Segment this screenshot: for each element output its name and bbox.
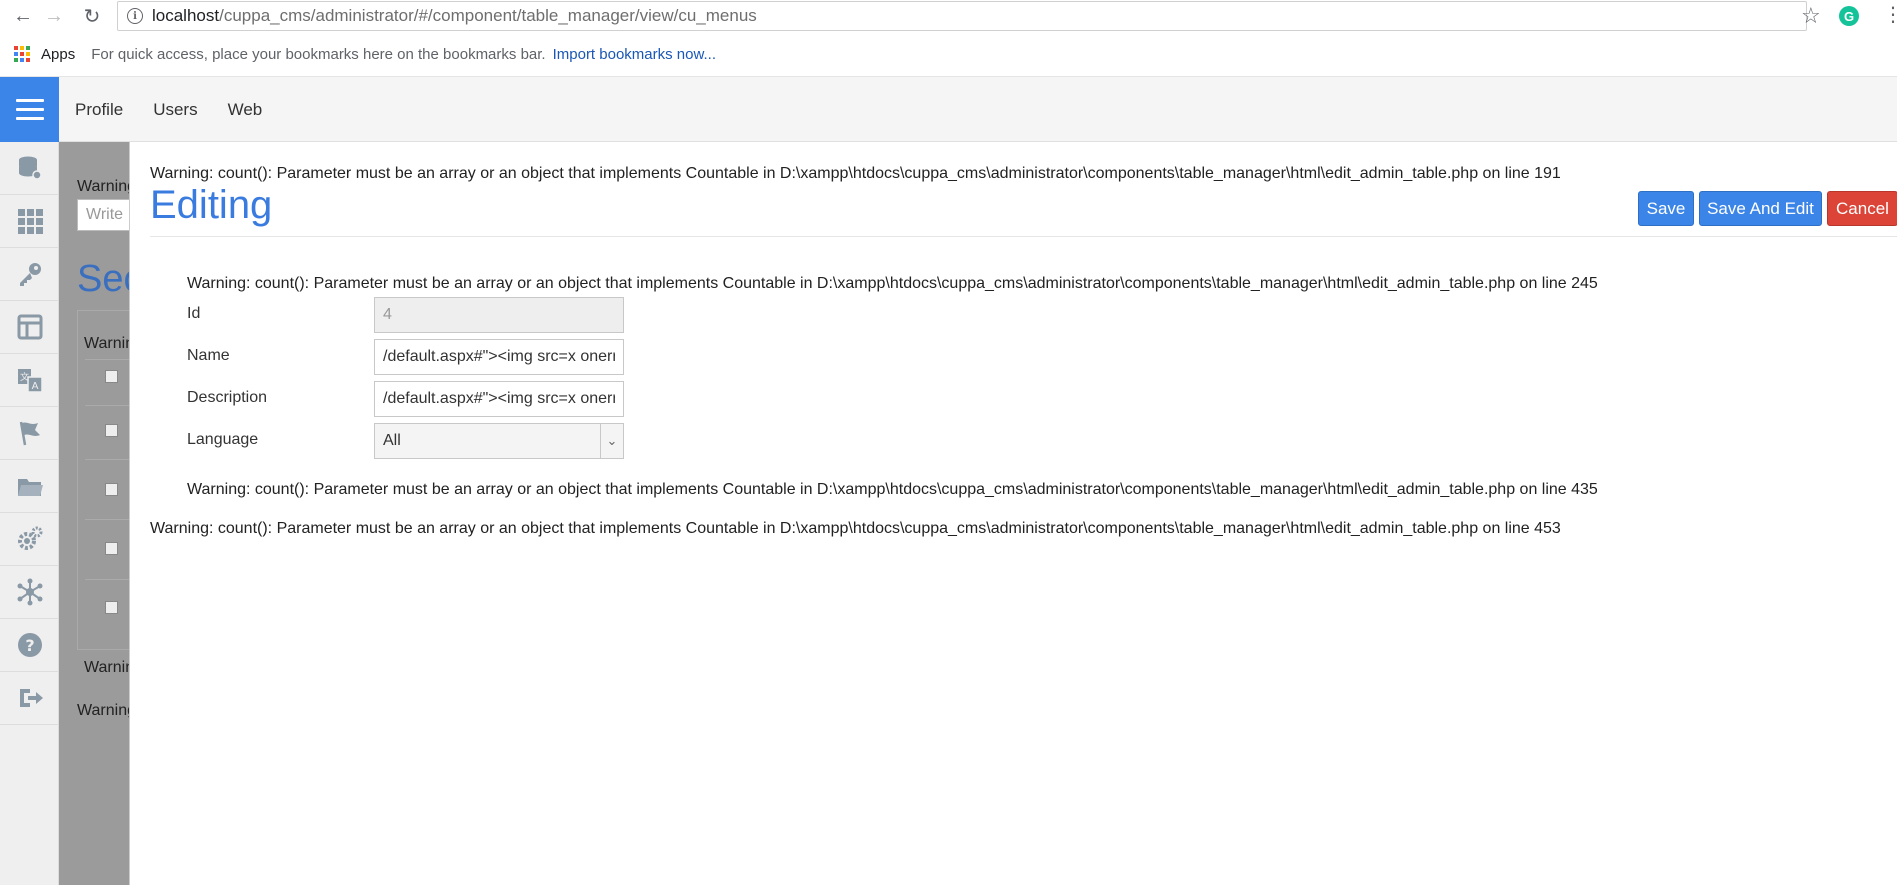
folder-icon (17, 479, 43, 496)
sidebar-item-layout[interactable] (0, 301, 59, 354)
name-label: Name (187, 347, 230, 364)
apps-dot (26, 51, 30, 56)
sidebar-item-flags[interactable] (0, 407, 59, 460)
import-bookmarks-link[interactable]: Import bookmarks now... (553, 46, 716, 63)
site-info-icon[interactable]: i (127, 8, 143, 24)
grid-icon (17, 209, 43, 234)
cancel-button[interactable]: Cancel (1827, 191, 1897, 226)
bookmarks-hint: For quick access, place your bookmarks h… (91, 45, 546, 63)
translate-icon: A文 (17, 369, 43, 393)
sidebar-item-network[interactable] (0, 566, 59, 619)
id-field[interactable] (374, 297, 624, 333)
sidebar-item-help[interactable]: ? (0, 619, 59, 672)
browser-toolbar: ← → ↻ i localhost/cuppa_cms/administrato… (0, 0, 1897, 32)
save-button[interactable]: Save (1638, 191, 1694, 226)
top-menu: Profile Users Web (75, 77, 292, 142)
sidebar: A文 ? (0, 142, 59, 885)
language-select[interactable]: All ⌄ (374, 423, 624, 459)
layout-icon (17, 314, 42, 340)
title-divider (150, 236, 1897, 237)
apps-dot (26, 45, 30, 50)
bg-warning-fragment: Warnin (84, 659, 135, 677)
apps-dot (14, 58, 18, 63)
sidebar-item-apps[interactable] (0, 195, 59, 248)
svg-text:文: 文 (19, 371, 28, 383)
grammarly-extension-icon[interactable]: G (1839, 6, 1859, 26)
php-warning: Warning: count(): Parameter must be an a… (150, 165, 1561, 182)
database-icon (18, 156, 42, 180)
sidebar-item-logout[interactable] (0, 672, 59, 725)
edit-modal: Warning: count(): Parameter must be an a… (129, 142, 1897, 885)
id-label: Id (187, 305, 201, 322)
bg-row-checkbox (105, 601, 118, 614)
sidebar-item-files[interactable] (0, 460, 59, 513)
php-warning: Warning: count(): Parameter must be an a… (150, 520, 1561, 537)
app-topbar: Profile Users Web (0, 77, 1897, 142)
sidebar-item-database[interactable] (0, 142, 59, 195)
svg-text:?: ? (25, 636, 34, 655)
apps-dot (26, 58, 30, 63)
network-icon (17, 578, 42, 606)
menu-users[interactable]: Users (153, 100, 197, 120)
settings-icon (17, 526, 42, 550)
apps-grid-icon[interactable] (14, 45, 31, 63)
bg-warning-fragment: Warnin (84, 335, 135, 352)
php-warning: Warning: count(): Parameter must be an a… (187, 275, 1598, 292)
sidebar-item-settings[interactable] (0, 513, 59, 566)
bg-search-input: Write (77, 199, 137, 231)
page-title: Editing (150, 183, 273, 227)
language-selected-value: All (383, 432, 401, 449)
bg-row-checkbox (105, 370, 118, 383)
apps-dot (14, 45, 18, 50)
description-label: Description (187, 389, 268, 406)
address-bar[interactable]: i localhost/cuppa_cms/administrator/#/co… (117, 1, 1807, 31)
description-field[interactable] (374, 381, 624, 417)
bg-warning-fragment: Warning (77, 702, 136, 719)
bg-warning-fragment: Warning (77, 178, 136, 195)
flag-icon (19, 421, 40, 446)
bookmarks-bar: Apps For quick access, place your bookma… (0, 32, 1897, 77)
apps-dot (14, 51, 18, 56)
save-and-edit-button[interactable]: Save And Edit (1699, 191, 1822, 226)
apps-dot (20, 51, 24, 56)
chevron-down-icon: ⌄ (600, 424, 623, 458)
sidebar-item-permissions[interactable] (0, 248, 59, 301)
browser-menu-icon[interactable]: ⋮ (1883, 2, 1897, 28)
php-warning: Warning: count(): Parameter must be an a… (187, 481, 1598, 498)
bg-row-checkbox (105, 483, 118, 496)
bg-row-checkbox (105, 424, 118, 437)
hamburger-menu-icon[interactable] (0, 77, 59, 142)
sidebar-item-languages[interactable]: A文 (0, 354, 59, 407)
forward-arrow-icon[interactable]: → (42, 4, 66, 28)
reload-icon[interactable]: ↻ (80, 4, 104, 28)
help-icon: ? (17, 633, 42, 657)
svg-text:A: A (31, 381, 38, 392)
bg-row-checkbox (105, 542, 118, 555)
menu-web[interactable]: Web (228, 100, 263, 120)
apps-dot (20, 58, 24, 63)
apps-dot (20, 45, 24, 50)
back-arrow-icon[interactable]: ← (11, 4, 35, 28)
apps-label[interactable]: Apps (41, 46, 75, 63)
name-field[interactable] (374, 339, 624, 375)
logout-icon (19, 689, 43, 707)
address-url[interactable]: localhost/cuppa_cms/administrator/#/comp… (152, 6, 757, 26)
bookmark-star-icon[interactable]: ☆ (1801, 3, 1821, 29)
key-icon (19, 263, 41, 286)
language-label: Language (187, 431, 259, 448)
menu-profile[interactable]: Profile (75, 100, 123, 120)
bg-table: Warnin Warnin (77, 310, 145, 677)
